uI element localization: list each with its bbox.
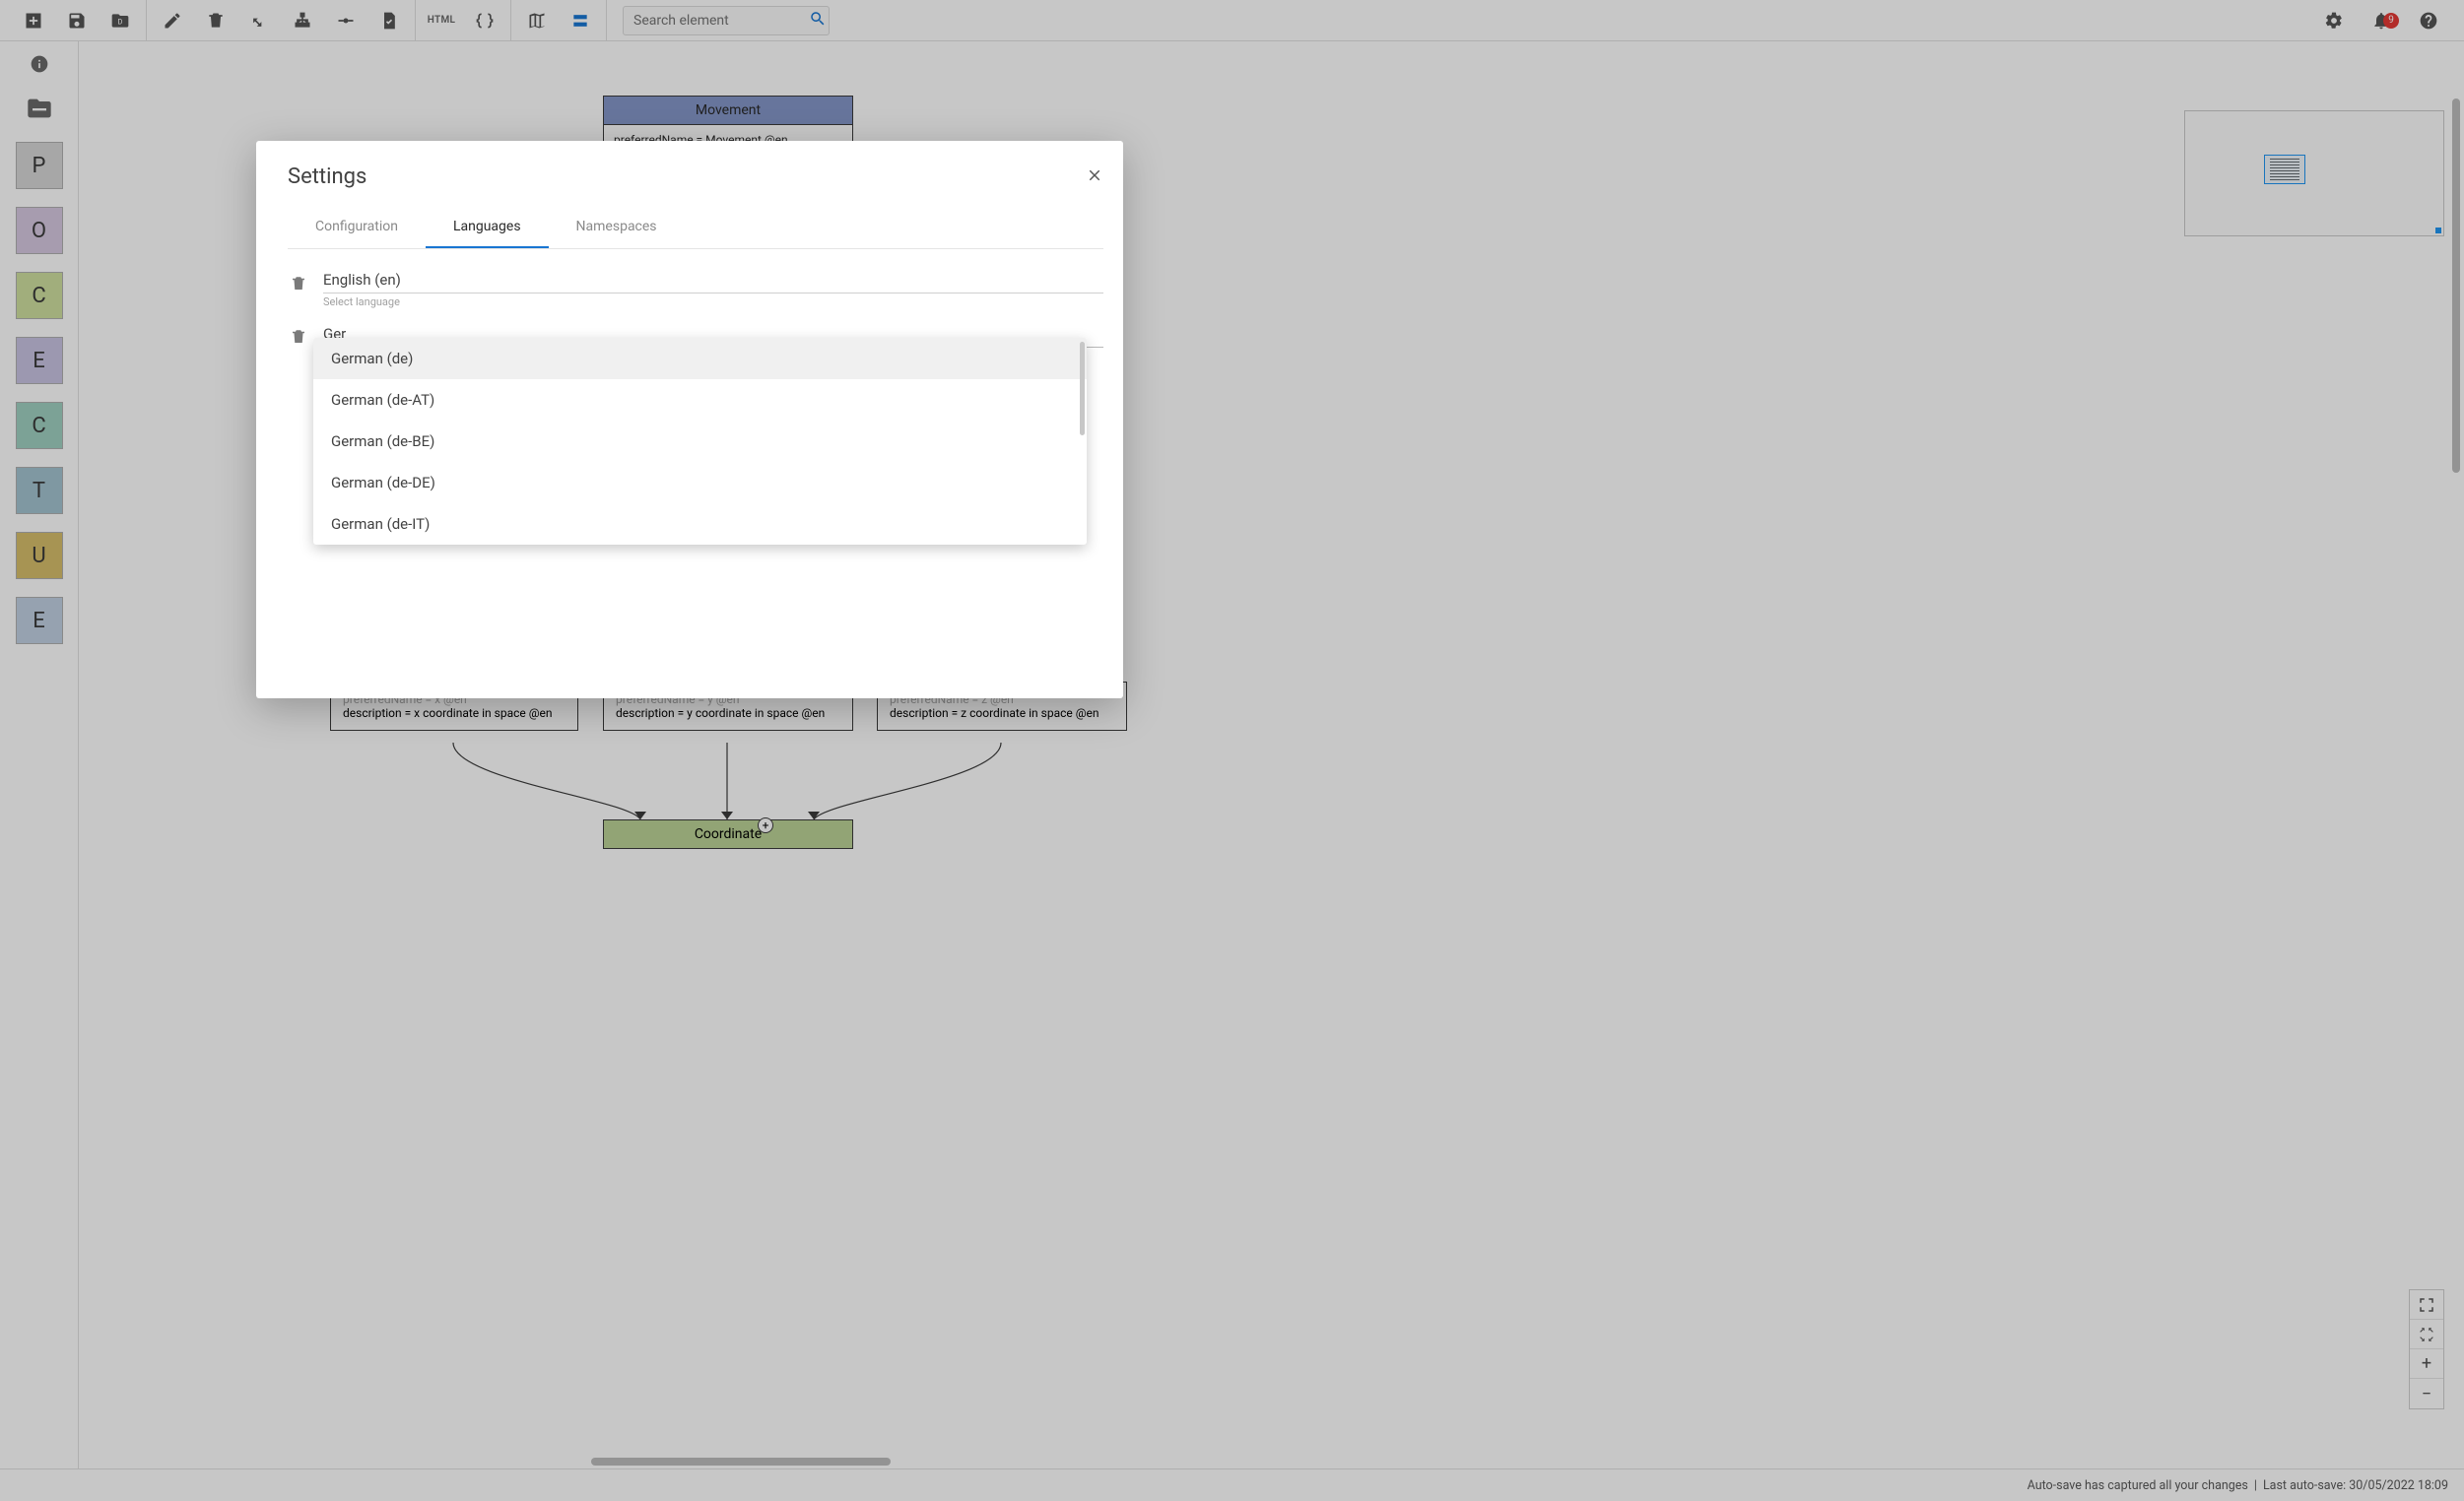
- tab-namespaces[interactable]: Namespaces: [549, 207, 685, 248]
- language-hint-1: Select language: [323, 295, 1103, 308]
- dropdown-item-1[interactable]: German (de-AT): [313, 379, 1087, 421]
- dropdown-item-4[interactable]: German (de-IT): [313, 503, 1087, 545]
- trash-icon: [290, 275, 307, 293]
- delete-language-2[interactable]: [288, 326, 309, 348]
- language-list: English (en) Select language +: [288, 271, 1103, 348]
- close-icon: [1086, 166, 1103, 184]
- tab-languages[interactable]: Languages: [426, 207, 549, 248]
- tab-configuration[interactable]: Configuration: [288, 207, 426, 248]
- trash-icon: [290, 328, 307, 346]
- language-row-1: English (en) Select language: [288, 271, 1103, 308]
- dialog-close-button[interactable]: [1080, 161, 1109, 190]
- dropdown-item-2[interactable]: German (de-BE): [313, 421, 1087, 462]
- dropdown-item-0[interactable]: German (de): [313, 338, 1087, 379]
- dialog-tabs: Configuration Languages Namespaces: [288, 207, 1103, 249]
- dropdown-item-3[interactable]: German (de-DE): [313, 462, 1087, 503]
- language-dropdown: German (de)German (de-AT)German (de-BE)G…: [313, 338, 1087, 545]
- dialog-title: Settings: [288, 164, 1103, 189]
- delete-language-1[interactable]: [288, 273, 309, 294]
- dropdown-scrollbar[interactable]: [1080, 342, 1085, 435]
- settings-dialog: Settings Configuration Languages Namespa…: [256, 141, 1123, 698]
- language-field-1[interactable]: English (en): [323, 271, 1103, 294]
